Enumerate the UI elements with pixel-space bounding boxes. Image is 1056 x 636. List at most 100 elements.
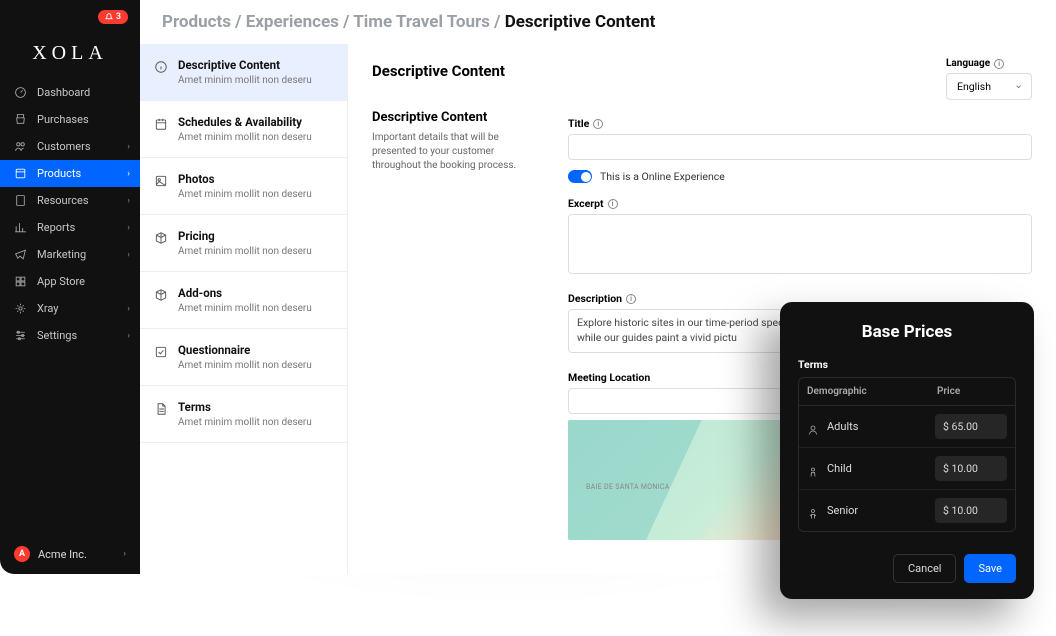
nav-xray[interactable]: Xray ›	[0, 295, 140, 322]
section-title: Descriptive Content	[372, 110, 542, 125]
online-experience-toggle[interactable]	[568, 170, 592, 183]
secnav-pricing[interactable]: PricingAmet minim mollit non deseru	[140, 215, 347, 272]
secnav-title: Descriptive Content	[178, 58, 312, 72]
nav-label: Reports	[37, 221, 75, 234]
secnav-subtitle: Amet minim mollit non deseru	[178, 132, 312, 143]
info-icon[interactable]: i	[994, 59, 1004, 69]
nav-products[interactable]: Products›	[0, 160, 140, 187]
secnav-subtitle: Amet minim mollit non deseru	[178, 303, 312, 314]
info-icon[interactable]: i	[593, 119, 603, 129]
marketing-icon	[14, 248, 27, 261]
dashboard-icon	[14, 86, 27, 99]
customers-icon	[14, 140, 27, 153]
secnav-add-ons[interactable]: Add-ons Amet minim mollit non deseru	[140, 272, 347, 329]
price-input[interactable]: $ 10.00	[935, 498, 1007, 523]
description-label: Description	[568, 292, 622, 305]
info-icon[interactable]: i	[626, 294, 636, 304]
chevron-right-icon: ›	[127, 250, 130, 260]
secnav-title: Terms	[178, 400, 312, 414]
notification-badge[interactable]: 3	[98, 10, 128, 24]
chevron-right-icon: ›	[123, 549, 126, 559]
purchase-icon	[14, 113, 27, 126]
breadcrumb-path[interactable]: Products / Experiences / Time Travel Tou…	[162, 12, 505, 32]
secnav-title: Schedules & Availability	[178, 115, 312, 129]
secnav-terms[interactable]: Terms Amet minim mollit non deseru	[140, 386, 347, 443]
demographic-icon	[807, 463, 819, 475]
org-logo-icon: A	[14, 546, 30, 562]
secnav-questionnaire[interactable]: Questionnaire Amet minim mollit non deser…	[140, 329, 347, 386]
nav-label: App Store	[37, 275, 85, 288]
price-table: Demographic Price Adults$ 65.00Child$ 10…	[798, 377, 1016, 532]
nav-label: Marketing	[37, 248, 86, 261]
secnav-schedules-availability[interactable]: Schedules & Availability Amet minim molli…	[140, 101, 347, 158]
secnav-subtitle: Amet minim mollit non deseru	[178, 75, 312, 86]
nav-dashboard[interactable]: Dashboard	[0, 79, 140, 106]
terms-label: Terms	[798, 358, 1016, 371]
excerpt-input[interactable]	[568, 214, 1032, 274]
price-input[interactable]: $ 10.00	[935, 456, 1007, 481]
info-icon	[154, 59, 168, 73]
nav-reports[interactable]: Reports ›	[0, 214, 140, 241]
info-icon[interactable]: i	[608, 199, 618, 209]
save-button[interactable]: Save	[964, 554, 1016, 583]
nav-label: Xray	[37, 302, 59, 315]
notification-count: 3	[116, 12, 121, 22]
secnav-title: Photos	[178, 172, 312, 186]
nav-resources[interactable]: Resources ›	[0, 187, 140, 214]
secnav-subtitle: Amet minim mollit non deseru	[178, 360, 312, 371]
xray-icon	[14, 302, 27, 315]
cancel-button[interactable]: Cancel	[893, 554, 956, 583]
nav-label: Resources	[37, 194, 89, 207]
reports-icon	[14, 221, 27, 234]
nav-label: Settings	[37, 329, 77, 342]
map-label: Baie de Santa Monica	[586, 484, 670, 492]
calendar-icon	[154, 116, 168, 130]
chevron-right-icon: ›	[127, 304, 130, 314]
price-row: Adults $ 65.00	[799, 406, 1015, 448]
appstore-icon	[14, 275, 27, 288]
base-prices-modal: Base Prices Terms Demographic Price Adul…	[780, 302, 1034, 599]
org-switcher[interactable]: A Acme Inc. ›	[0, 534, 140, 574]
nav-label: Purchases	[37, 113, 89, 126]
sidebar: 3 XOLA DashboardPurchasesCustomers›Produ…	[0, 0, 140, 574]
price-row: Senior $ 10.00	[799, 490, 1015, 531]
language-label: Language i	[946, 58, 1032, 69]
secnav-title: Add-ons	[178, 286, 312, 300]
secnav-descriptive-content[interactable]: Descriptive Content Amet minim mollit non…	[140, 44, 347, 101]
price-row: Child $ 10.00	[799, 448, 1015, 490]
settings-icon	[14, 329, 27, 342]
chevron-right-icon: ›	[127, 196, 130, 206]
nav-customers[interactable]: Customers›	[0, 133, 140, 160]
nav-marketing[interactable]: Marketing ›	[0, 241, 140, 268]
nav-settings[interactable]: Settings›	[0, 322, 140, 349]
secnav-subtitle: Amet minim mollit non deseru	[178, 417, 312, 428]
secnav-title: Pricing	[178, 229, 312, 243]
chevron-right-icon: ›	[127, 169, 130, 179]
org-name: Acme Inc.	[38, 548, 87, 561]
nav-label: Customers	[37, 140, 91, 153]
cube-icon	[154, 287, 168, 301]
chevron-right-icon: ›	[127, 223, 130, 233]
nav-purchases[interactable]: Purchases	[0, 106, 140, 133]
secnav-subtitle: Amet minim mollit non deseru	[178, 189, 312, 200]
page-title: Descriptive Content	[372, 62, 542, 80]
price-input[interactable]: $ 65.00	[935, 414, 1007, 439]
modal-title: Base Prices	[798, 322, 1016, 342]
language-select[interactable]: English	[946, 73, 1032, 100]
title-input[interactable]	[568, 134, 1032, 160]
secnav-photos[interactable]: Photos Amet minim mollit non deseru	[140, 158, 347, 215]
section-description: Important details that will be presented…	[372, 131, 542, 173]
nav-label: Dashboard	[37, 86, 90, 99]
demographic-name: Adults	[827, 420, 927, 433]
title-label: Title	[568, 117, 589, 130]
demographic-icon	[807, 505, 819, 517]
demographic-name: Senior	[827, 504, 927, 517]
brand-logo: XOLA	[0, 42, 140, 65]
nav-app-store[interactable]: App Store	[0, 268, 140, 295]
resources-icon	[14, 194, 27, 207]
demographic-icon	[807, 421, 819, 433]
products-icon	[14, 167, 27, 180]
secnav-title: Questionnaire	[178, 343, 312, 357]
cube-icon	[154, 230, 168, 244]
demographic-name: Child	[827, 462, 927, 475]
